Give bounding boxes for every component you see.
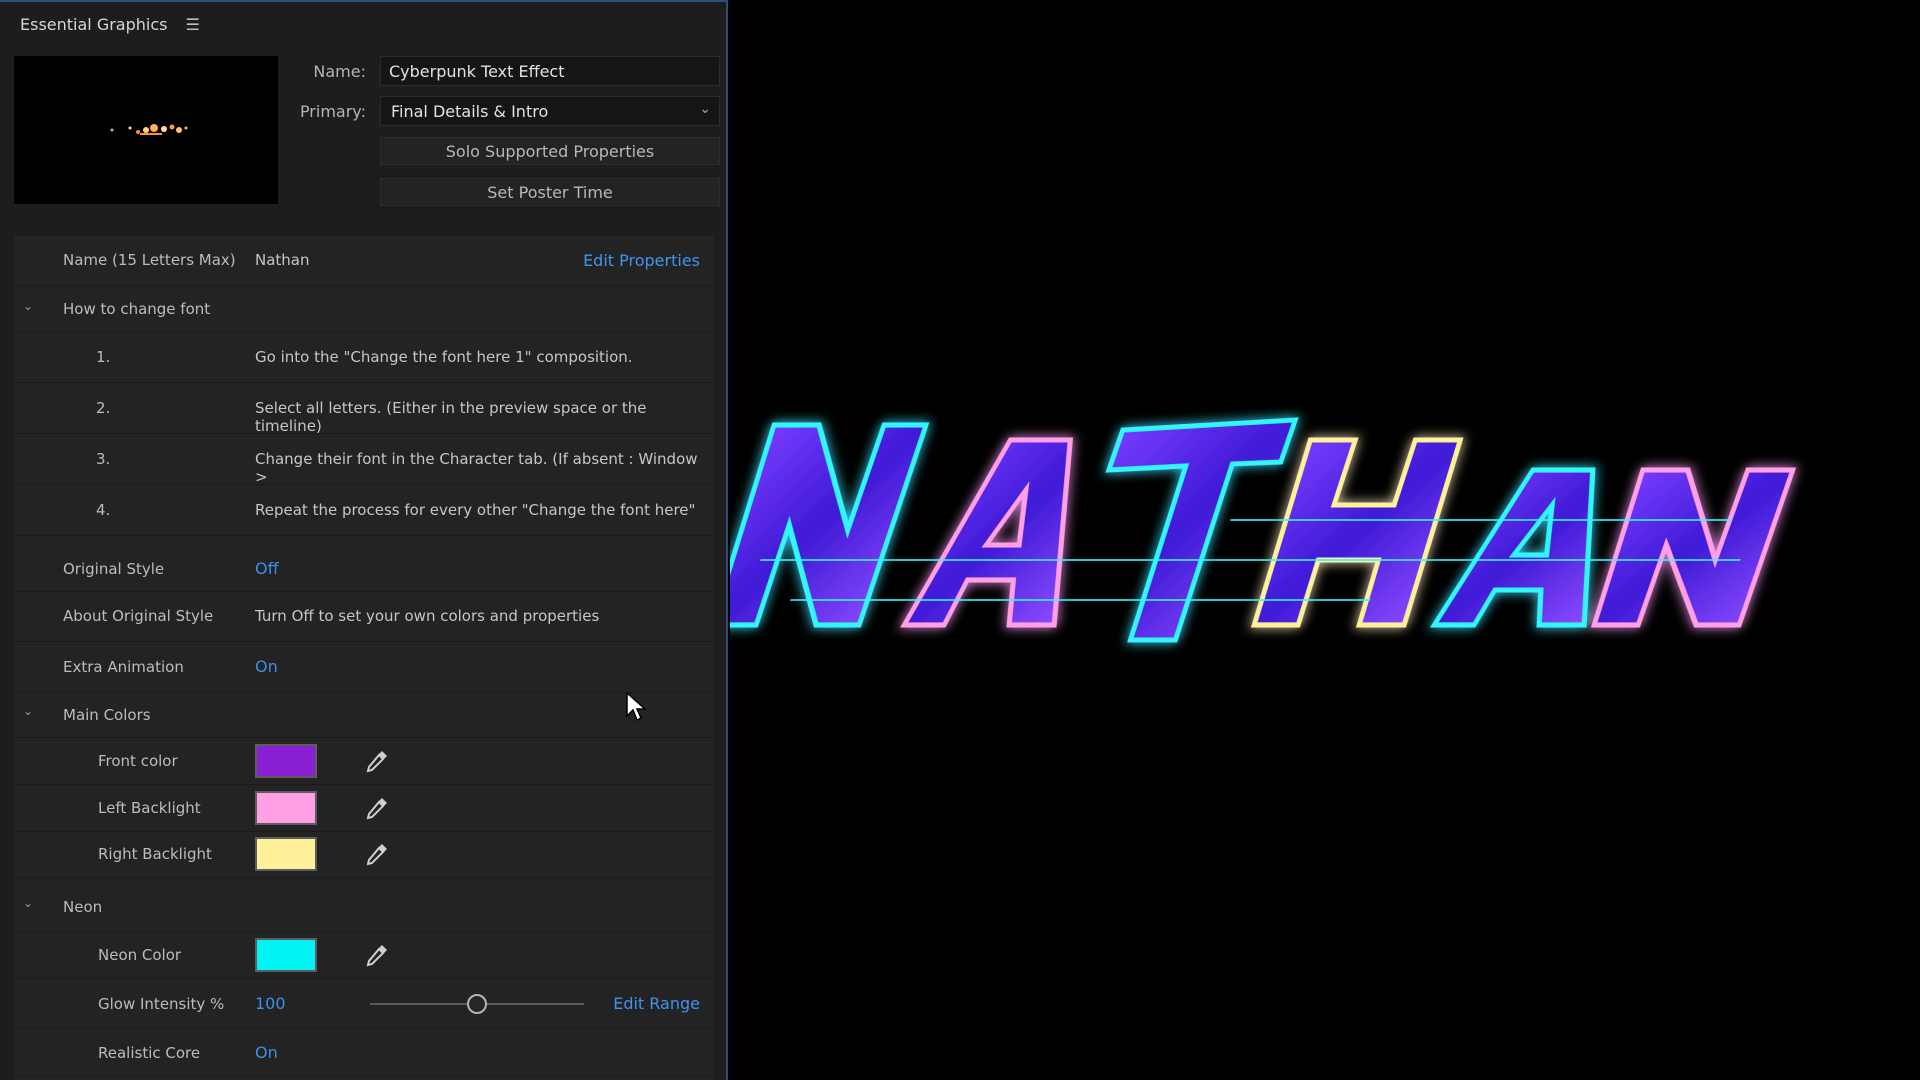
- stylized-letters: [730, 417, 1797, 643]
- property-label: Extra Animation: [63, 658, 184, 676]
- step-number: 3.: [96, 450, 111, 468]
- slider-handle[interactable]: [467, 994, 487, 1014]
- property-label: Name (15 Letters Max): [63, 251, 236, 269]
- glow-intensity-value[interactable]: 100: [255, 994, 286, 1013]
- property-label: About Original Style: [63, 607, 214, 625]
- property-label: Right Backlight: [98, 845, 212, 863]
- right-backlight-swatch[interactable]: [255, 837, 317, 871]
- group-header-main-colors[interactable]: ⌄ Main Colors: [14, 693, 714, 738]
- property-row-original-style: Original Style Off: [14, 536, 714, 592]
- property-label: Original Style: [63, 560, 165, 578]
- poster-thumbnail: [14, 56, 278, 204]
- edit-range-link[interactable]: Edit Range: [613, 994, 700, 1013]
- name-row: Name: Cyberpunk Text Effect: [280, 56, 720, 86]
- property-label: Glow Intensity %: [98, 995, 225, 1013]
- solo-supported-properties-button[interactable]: Solo Supported Properties: [380, 137, 720, 165]
- property-row-name: Name (15 Letters Max) Nathan Edit Proper…: [14, 236, 714, 286]
- list-item: 3. Change their font in the Character ta…: [14, 434, 714, 486]
- group-title: Main Colors: [63, 706, 151, 724]
- panel-header: Essential Graphics ☰: [0, 2, 726, 46]
- property-row-realistic-core: Realistic Core On: [14, 1029, 714, 1076]
- group-header-font[interactable]: ⌄ How to change font: [14, 286, 714, 332]
- original-style-toggle[interactable]: Off: [255, 559, 279, 578]
- property-row-extra-animation: Extra Animation On: [14, 642, 714, 693]
- property-row-glow: Glow Intensity % 100 Edit Range: [14, 979, 714, 1029]
- list-item: 1. Go into the "Change the font here 1" …: [14, 332, 714, 383]
- property-label: Neon Color: [98, 946, 182, 964]
- panel-title: Essential Graphics: [20, 14, 168, 34]
- property-label: Left Backlight: [98, 799, 201, 817]
- left-backlight-swatch[interactable]: [255, 791, 317, 825]
- eyedropper-icon[interactable]: [364, 841, 390, 867]
- about-text: Turn Off to set your own colors and prop…: [255, 607, 600, 625]
- step-text: Select all letters. (Either in the previ…: [255, 399, 647, 435]
- essential-graphics-panel: Essential Graphics ☰ Name: Cyberpunk Tex…: [0, 0, 728, 1080]
- step-number: 2.: [96, 399, 111, 417]
- neon-color-swatch[interactable]: [255, 938, 317, 972]
- chevron-down-icon[interactable]: ⌄: [23, 704, 33, 718]
- edit-properties-link[interactable]: Edit Properties: [583, 251, 700, 270]
- primary-label: Primary:: [299, 101, 366, 121]
- properties-list: Name (15 Letters Max) Nathan Edit Proper…: [14, 236, 714, 1080]
- color-row-front: Front color: [14, 738, 714, 785]
- chevron-down-icon[interactable]: ⌄: [23, 896, 33, 910]
- group-title: How to change font: [63, 300, 211, 318]
- set-poster-time-button[interactable]: Set Poster Time: [380, 178, 720, 206]
- group-header-neon[interactable]: ⌄ Neon: [14, 878, 714, 933]
- eyedropper-icon[interactable]: [364, 795, 390, 821]
- neon-text-render: [730, 417, 1797, 643]
- name-label: Name:: [313, 61, 366, 81]
- name-text-value[interactable]: Nathan: [255, 251, 310, 269]
- front-color-swatch[interactable]: [255, 744, 317, 778]
- primary-row: Primary: Final Details & Intro ⌄: [280, 96, 720, 126]
- list-item: 2. Select all letters. (Either in the pr…: [14, 383, 714, 435]
- extra-animation-toggle[interactable]: On: [255, 657, 278, 676]
- color-row-right-backlight: Right Backlight: [14, 832, 714, 878]
- neon-streaks: [760, 519, 1741, 601]
- property-label: Front color: [98, 752, 178, 770]
- step-text: Change their font in the Character tab. …: [255, 450, 698, 486]
- group-title: Neon: [63, 898, 103, 916]
- property-label: Realistic Core: [98, 1044, 201, 1062]
- hamburger-menu-icon[interactable]: ☰: [185, 15, 199, 34]
- chevron-down-icon[interactable]: ⌄: [23, 299, 33, 313]
- mouse-cursor-icon: [626, 692, 646, 722]
- composition-preview[interactable]: [730, 0, 1920, 1080]
- eyedropper-icon[interactable]: [364, 942, 390, 968]
- primary-composition-select[interactable]: Final Details & Intro ⌄: [380, 96, 720, 126]
- thumbnail-preview-image: [14, 56, 278, 204]
- step-number: 1.: [96, 348, 111, 366]
- step-text: Go into the "Change the font here 1" com…: [255, 348, 633, 366]
- realistic-core-toggle[interactable]: On: [255, 1043, 278, 1062]
- chevron-down-icon: ⌄: [699, 101, 711, 117]
- step-text: Repeat the process for every other "Chan…: [255, 501, 696, 519]
- property-row-about-original: About Original Style Turn Off to set you…: [14, 592, 714, 642]
- eyedropper-icon[interactable]: [364, 748, 390, 774]
- color-row-neon: Neon Color: [14, 933, 714, 979]
- list-item: 4. Repeat the process for every other "C…: [14, 485, 714, 536]
- step-number: 4.: [96, 501, 111, 519]
- color-row-left-backlight: Left Backlight: [14, 785, 714, 832]
- template-name-input[interactable]: Cyberpunk Text Effect: [380, 56, 720, 86]
- primary-select-value: Final Details & Intro: [391, 101, 549, 121]
